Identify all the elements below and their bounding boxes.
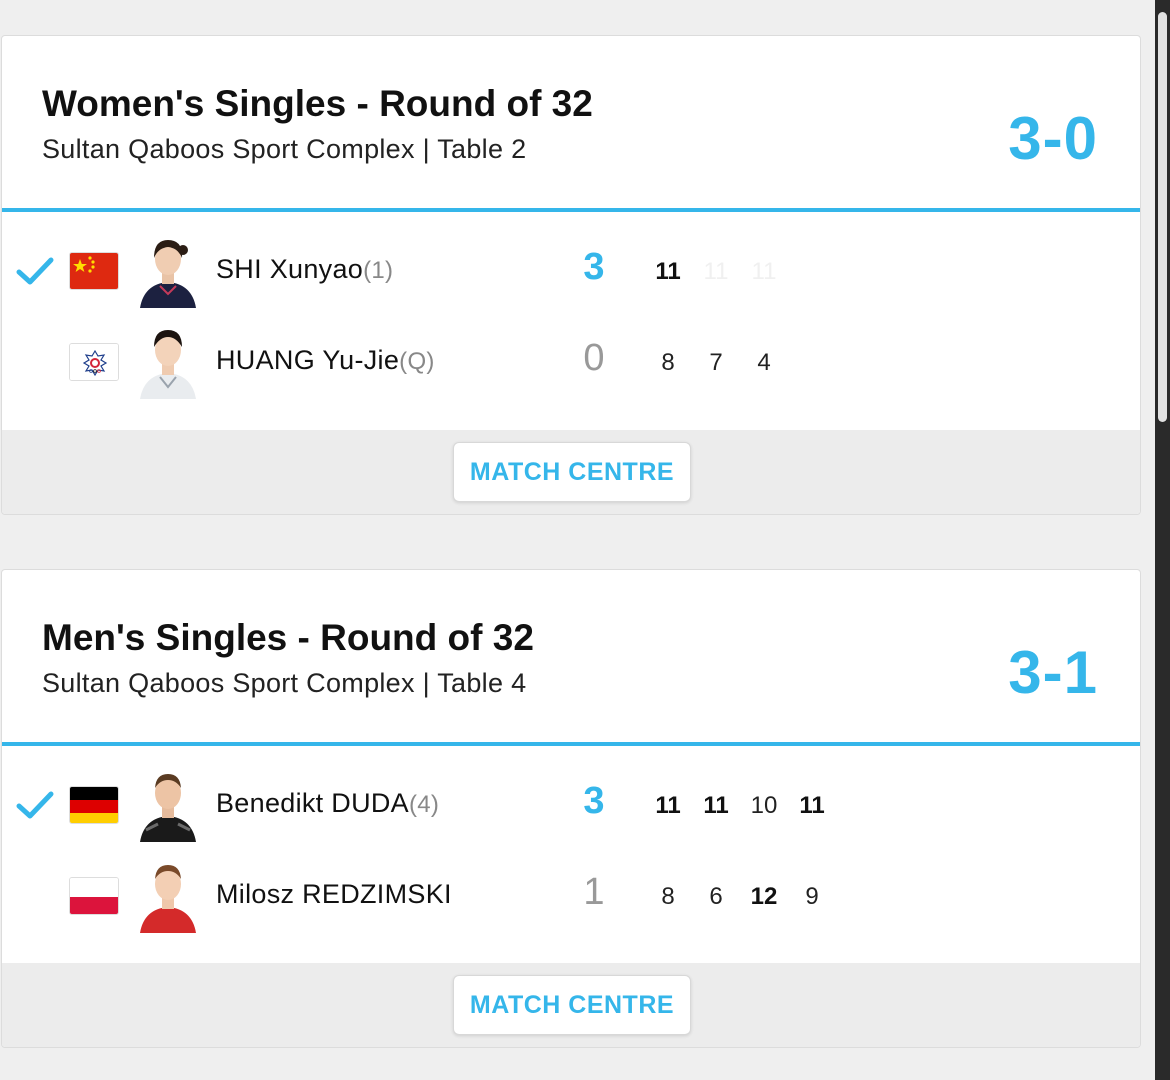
player-row: HUANG Yu-Jie(Q) 0 8 7 4 — [2, 317, 1140, 407]
player-avatar — [138, 325, 198, 399]
match-venue: Sultan Qaboos Sport Complex | Table 4 — [42, 668, 527, 698]
player-row: Milosz REDZIMSKI 1 8 6 12 9 — [2, 851, 1140, 941]
match-card-mens-singles: Men's Singles - Round of 32 Sultan Qaboo… — [1, 569, 1141, 1048]
poland-flag-icon — [69, 877, 119, 915]
player-name[interactable]: SHI Xunyao(1) — [216, 254, 393, 285]
player-avatar — [138, 234, 198, 308]
set-score: 12 — [750, 883, 778, 910]
set-score: 8 — [661, 883, 675, 910]
germany-flag-icon — [69, 786, 119, 824]
set-score: 11 — [751, 258, 777, 285]
games-won: 0 — [583, 337, 605, 379]
set-score: 11 — [703, 258, 729, 285]
set-score: 10 — [750, 792, 778, 819]
player-seed: (Q) — [399, 348, 435, 375]
match-header: Women's Singles - Round of 32 Sultan Qab… — [2, 36, 1140, 212]
player-avatar — [138, 859, 198, 933]
set-score: 6 — [709, 883, 723, 910]
match-footer: MATCH CENTRE — [2, 430, 1140, 514]
players-list: SHI Xunyao(1) 3 11 11 11 HUANG Yu-Jie(Q)… — [2, 212, 1140, 426]
winner-check-icon — [16, 257, 54, 285]
set-score: 4 — [757, 349, 771, 376]
set-score: 9 — [805, 883, 819, 910]
games-won: 3 — [583, 780, 605, 822]
player-row: SHI Xunyao(1) 3 11 11 11 — [2, 226, 1140, 316]
set-score: 8 — [661, 349, 675, 376]
games-won: 1 — [583, 871, 605, 913]
match-card-womens-singles: Women's Singles - Round of 32 Sultan Qab… — [1, 35, 1141, 515]
match-venue: Sultan Qaboos Sport Complex | Table 2 — [42, 134, 527, 164]
set-score: 11 — [655, 792, 681, 819]
match-score: 3-1 — [1008, 639, 1098, 706]
winner-check-icon — [16, 791, 54, 819]
games-won: 3 — [583, 246, 605, 288]
player-name[interactable]: HUANG Yu-Jie(Q) — [216, 345, 435, 376]
match-footer: MATCH CENTRE — [2, 963, 1140, 1047]
player-seed: (4) — [408, 791, 440, 818]
player-avatar — [138, 768, 198, 842]
set-score: 11 — [799, 792, 825, 819]
player-name[interactable]: Benedikt DUDA(4) — [216, 788, 439, 819]
china-flag-icon — [69, 252, 119, 290]
match-score: 3-0 — [1008, 105, 1098, 172]
match-title: Women's Singles - Round of 32 — [42, 83, 593, 124]
scrollbar-thumb[interactable] — [1158, 12, 1167, 422]
match-centre-button[interactable]: MATCH CENTRE — [453, 442, 691, 502]
match-header: Men's Singles - Round of 32 Sultan Qaboo… — [2, 570, 1140, 746]
player-row: Benedikt DUDA(4) 3 11 11 10 11 — [2, 760, 1140, 850]
match-title: Men's Singles - Round of 32 — [42, 617, 534, 658]
player-name[interactable]: Milosz REDZIMSKI — [216, 879, 452, 910]
player-seed: (1) — [363, 257, 394, 284]
match-centre-button[interactable]: MATCH CENTRE — [453, 975, 691, 1035]
set-score: 11 — [655, 258, 681, 285]
set-score: 7 — [709, 349, 723, 376]
players-list: Benedikt DUDA(4) 3 11 11 10 11 Milosz RE… — [2, 746, 1140, 960]
chinese-taipei-flag-icon — [69, 343, 119, 381]
set-score: 11 — [703, 792, 729, 819]
